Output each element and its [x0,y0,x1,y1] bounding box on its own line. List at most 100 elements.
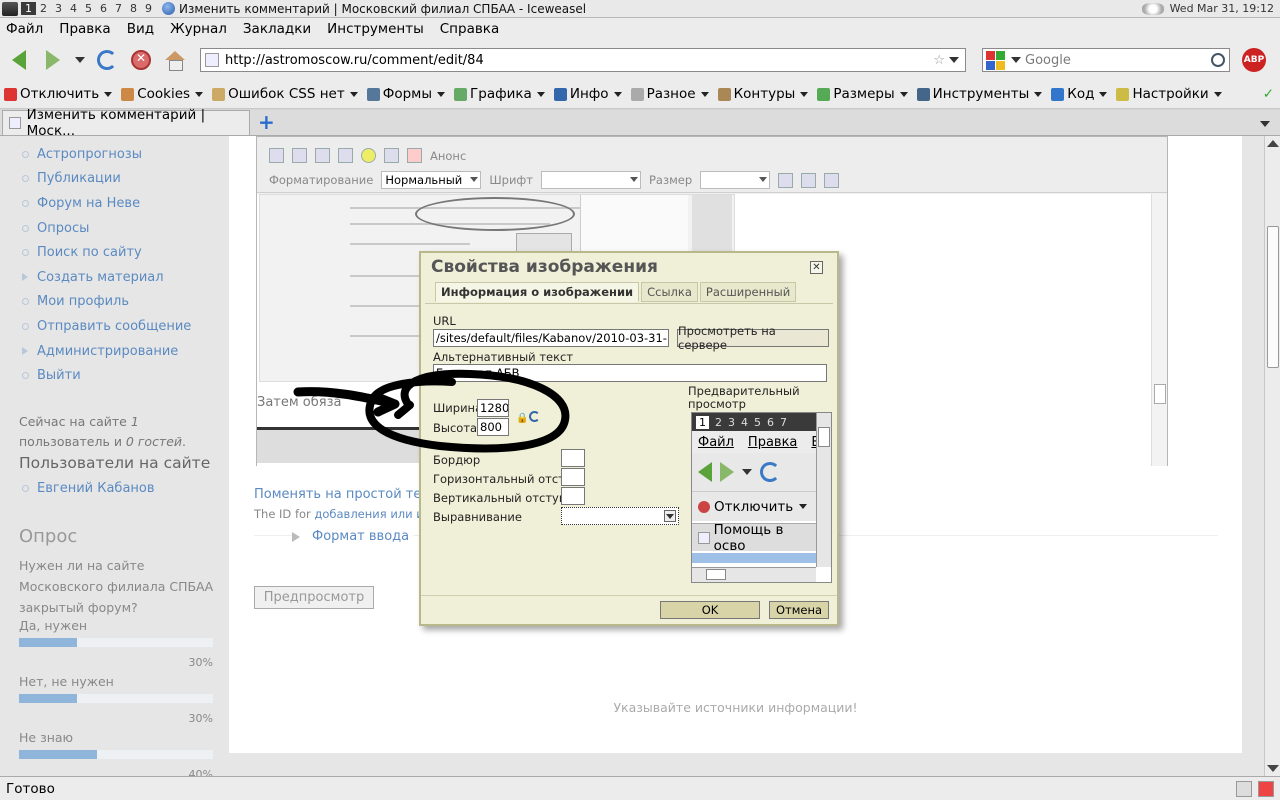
desktop-2[interactable]: 2 [36,2,51,15]
devbar-outline-menu[interactable]: Контуры [717,86,809,102]
desktop-9[interactable]: 9 [141,2,156,15]
desktop-5[interactable]: 5 [81,2,96,15]
smiley-icon[interactable] [361,148,376,163]
firebug-icon[interactable] [1236,780,1252,797]
url-text[interactable]: http://astromoscow.ru/comment/edit/84 [225,53,484,68]
url-bar[interactable]: http://astromoscow.ru/comment/edit/84 ☆ [200,48,966,72]
cancel-button[interactable]: Отмена [769,601,829,619]
sidebar-item-label[interactable]: Создать материал [37,270,164,285]
sidebar-item-0[interactable]: Астропрогнозы [22,142,191,167]
maximize-icon[interactable] [824,172,840,188]
devbar-forms-menu[interactable]: Формы [366,86,446,102]
desktop-4[interactable]: 4 [66,2,81,15]
dialog-tab-2[interactable]: Расширенный [699,282,797,302]
stylish-icon[interactable] [1258,780,1274,797]
sidebar-item-2[interactable]: Форум на Неве [22,191,191,216]
height-input[interactable]: 800 [477,418,509,436]
vspace-input[interactable] [561,487,585,505]
text-color-icon[interactable] [778,172,794,188]
flash-icon[interactable] [292,148,307,163]
pagebreak-icon[interactable] [407,148,422,163]
devbar-info-menu[interactable]: Инфо [553,86,622,102]
back-button[interactable] [4,45,34,75]
desktop-3[interactable]: 3 [51,2,66,15]
reload-button[interactable] [92,45,122,75]
validation-check-icon[interactable]: ✓ [1263,86,1274,102]
sidebar-item-4[interactable]: Поиск по сайту [22,240,191,265]
sidebar-item-label[interactable]: Выйти [37,368,81,383]
announce-button[interactable]: Анонс [430,149,466,163]
url-input[interactable]: /sites/default/files/Kabanov/2010-03-31-… [433,329,669,347]
bg-color-icon[interactable] [801,172,817,188]
history-dropdown[interactable] [72,45,88,75]
align-select[interactable] [561,507,679,525]
engine-dropdown-icon[interactable] [1011,57,1021,63]
menu-item-5[interactable]: Инструменты [327,21,424,37]
sidebar-item-label[interactable]: Астропрогнозы [37,147,142,162]
reset-size-icon[interactable] [529,411,540,422]
lock-ratio-icon[interactable]: 🔒 [516,413,528,424]
online-user-name[interactable]: Евгений Кабанов [37,481,155,496]
sidebar-item-6[interactable]: Мои профиль [22,290,191,315]
tray-icon[interactable] [1141,2,1164,15]
sidebar-item-label[interactable]: Форум на Неве [37,196,140,211]
dialog-tab-1[interactable]: Ссылка [641,282,698,302]
border-input[interactable] [561,449,585,467]
font-select[interactable] [540,171,641,189]
menu-item-1[interactable]: Правка [59,21,110,37]
google-engine-icon[interactable] [985,50,1007,70]
tab-edit-comment[interactable]: Изменить комментарий | Моск... [2,107,250,139]
format-select[interactable]: Нормальный [381,171,482,189]
scroll-down-icon[interactable] [1267,765,1279,772]
desktop-6[interactable]: 6 [96,2,111,15]
sidebar-item-7[interactable]: Отправить сообщение [22,314,191,339]
devbar-cookie-menu[interactable]: Cookies [121,86,204,102]
online-user-item[interactable]: Евгений Кабанов [22,476,155,500]
desktop-switcher[interactable]: 123456789 [21,2,156,15]
desktop-1[interactable]: 1 [21,2,36,15]
sidebar-item-label[interactable]: Мои профиль [37,294,129,309]
sidebar-item-label[interactable]: Отправить сообщение [37,319,191,334]
devbar-resize-menu[interactable]: Размеры [817,86,908,102]
sidebar-item-5[interactable]: Создать материал [22,265,191,290]
preview-hscrollbar[interactable] [692,567,816,582]
sidebar-item-1[interactable]: Публикации [22,167,191,192]
sidebar-item-8[interactable]: Администрирование [22,339,191,364]
tab-list-icon[interactable] [1260,121,1270,127]
sidebar-item-9[interactable]: Выйти [22,363,191,388]
search-placeholder[interactable]: Google [1025,53,1071,68]
menu-item-2[interactable]: Вид [127,21,154,37]
forward-button[interactable] [38,45,68,75]
sidebar-item-label[interactable]: Публикации [37,171,121,186]
scroll-up-icon[interactable] [1267,140,1279,147]
search-icon[interactable] [1211,53,1225,67]
stop-button[interactable] [126,45,156,75]
sidebar-item-3[interactable]: Опросы [22,216,191,241]
sidebar-item-label[interactable]: Поиск по сайту [37,245,142,260]
close-icon[interactable]: ✕ [810,261,823,274]
devbar-misc-menu[interactable]: Разное [630,86,709,102]
devbar-options-menu[interactable]: Настройки [1116,86,1222,102]
menu-item-4[interactable]: Закладки [243,21,311,37]
new-tab-button[interactable]: + [258,112,275,132]
desktop-7[interactable]: 7 [111,2,126,15]
devbar-source-menu[interactable]: Код [1051,86,1108,102]
browse-server-button[interactable]: Просмотреть на сервере [677,324,829,352]
scroll-thumb[interactable] [1267,226,1279,368]
wm-menu-icon[interactable] [2,1,18,16]
devbar-css-menu[interactable]: Ошибок CSS нет [212,86,358,102]
dialog-tab-0[interactable]: Информация о изображении [435,282,640,302]
preview-vscrollbar[interactable] [816,413,831,567]
input-format-toggle[interactable]: Формат ввода [292,529,414,544]
search-bar[interactable]: Google [982,48,1230,72]
editor-scrollbar[interactable] [1151,194,1167,466]
alt-text-input[interactable]: Гороскоп АБВ [433,364,827,382]
page-scrollbar[interactable] [1264,136,1280,776]
home-button[interactable] [160,45,190,75]
width-input[interactable]: 1280 [477,399,509,417]
image-icon[interactable] [269,148,284,163]
bookmark-star-icon[interactable]: ☆ [933,53,945,68]
adblock-plus-button[interactable]: ABP [1242,48,1266,72]
devbar-images-menu[interactable]: Графика [454,86,545,102]
menu-item-0[interactable]: Файл [6,21,43,37]
